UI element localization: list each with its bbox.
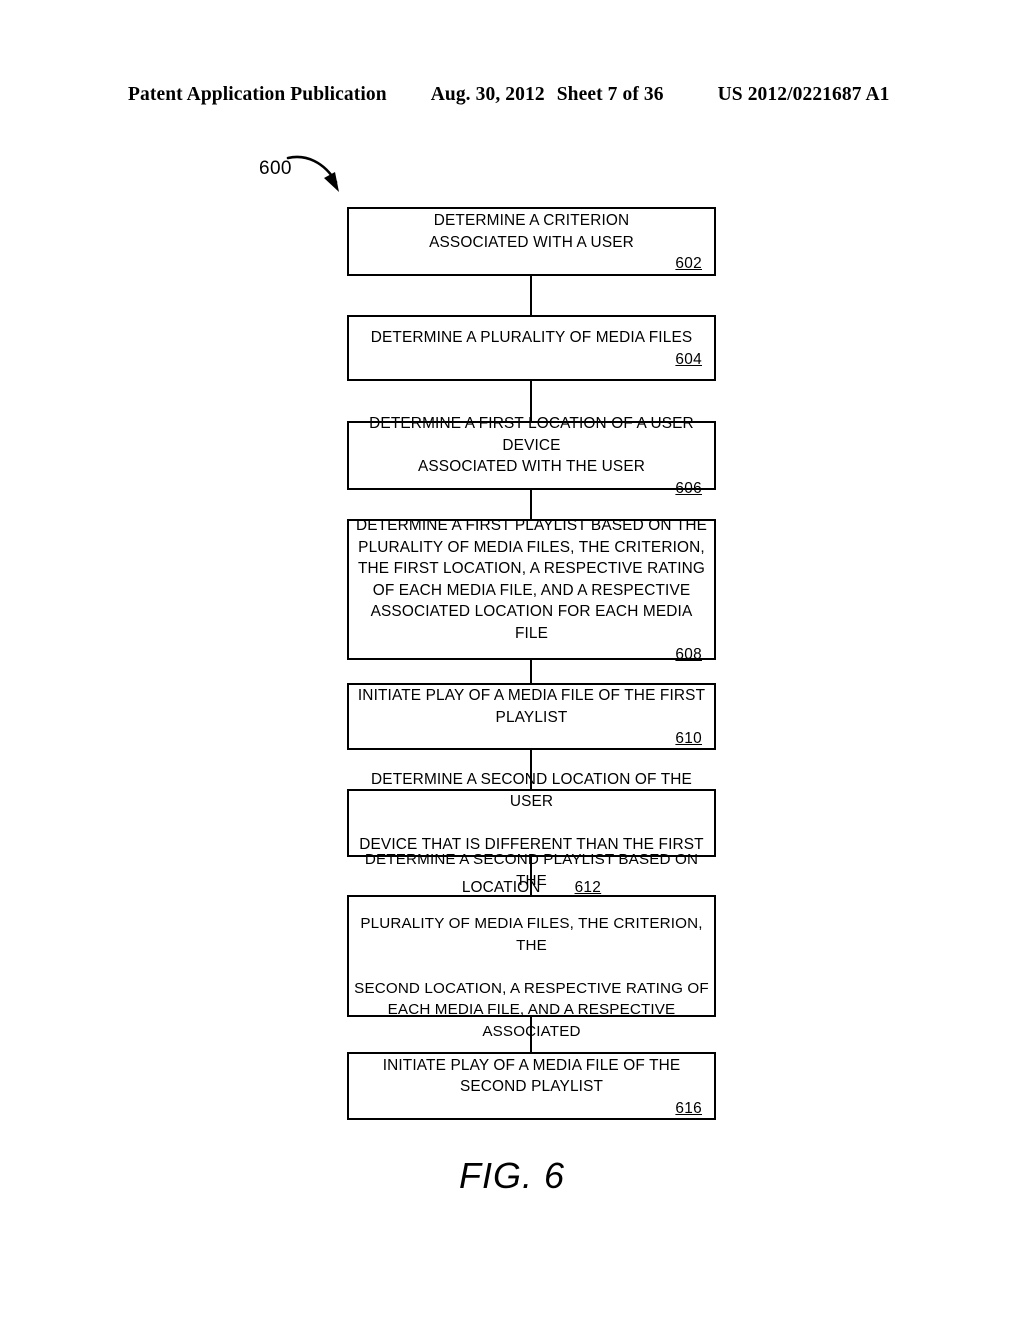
figure-caption: FIG. 6 [458,1155,566,1196]
step-604-reference: 604 [675,350,702,368]
lead-line-arrow-icon [286,155,339,192]
step-602-text: DETERMINE A CRITERION ASSOCIATED WITH A … [429,212,634,251]
process-step-614: DETERMINE A SECOND PLAYLIST BASED ON THE… [347,851,716,1083]
connector-608-610 [530,660,533,683]
process-step-606: DETERMINE A FIRST LOCATION OF A USER DEV… [347,415,716,497]
process-step-602: DETERMINE A CRITERION ASSOCIATED WITH A … [347,207,716,276]
process-step-604: DETERMINE A PLURALITY OF MEDIA FILES 604 [347,315,716,381]
step-616-text: INITIATE PLAY OF A MEDIA FILE OF THE SEC… [382,1056,681,1096]
step-610-text: INITIATE PLAY OF A MEDIA FILE OF THE FIR… [357,687,706,726]
step-612-line-1: DETERMINE A SECOND LOCATION OF THE USER [371,771,692,810]
step-616-reference: 616 [675,1099,702,1117]
step-614-line-2: PLURALITY OF MEDIA FILES, THE CRITERION,… [360,915,703,954]
flowchart-figure: 600 DETERMINE A CRITERION ASSOCIATED WIT… [0,0,1024,1320]
connector-614-616 [530,1017,533,1052]
process-step-616: INITIATE PLAY OF A MEDIA FILE OF THE SEC… [347,1052,716,1120]
step-606-text: DETERMINE A FIRST LOCATION OF A USER DEV… [369,415,694,476]
step-604-text: DETERMINE A PLURALITY OF MEDIA FILES [370,329,693,347]
step-614-line-1: DETERMINE A SECOND PLAYLIST BASED ON THE [364,850,699,890]
process-step-608: DETERMINE A FIRST PLAYLIST BASED ON THE … [347,517,716,663]
step-610-reference: 610 [675,730,702,747]
connector-602-604 [530,276,533,315]
process-step-610: INITIATE PLAY OF A MEDIA FILE OF THE FIR… [347,683,716,750]
step-608-text: DETERMINE A FIRST PLAYLIST BASED ON THE … [355,517,708,642]
step-614-line-3: SECOND LOCATION, A RESPECTIVE RATING OF [354,979,709,997]
step-602-reference: 602 [675,255,702,272]
